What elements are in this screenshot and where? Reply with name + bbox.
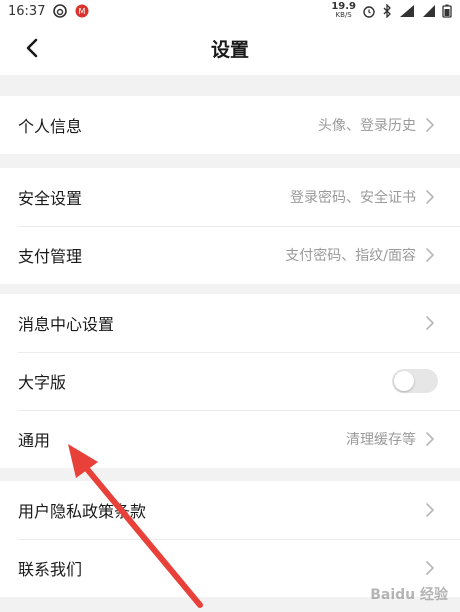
signal-4g-icon (400, 5, 414, 17)
settings-group: 安全设置 登录密码、安全证书支付管理 支付密码、指纹/面容 (0, 168, 460, 284)
alarm-icon (363, 6, 375, 18)
chevron-right-icon (426, 431, 436, 447)
chevron-right-icon (426, 247, 436, 263)
svg-text:M: M (79, 7, 86, 16)
settings-row[interactable]: 支付管理 支付密码、指纹/面容 (0, 226, 460, 284)
settings-row[interactable]: 消息中心设置 (0, 294, 460, 352)
chevron-right-icon (426, 502, 436, 518)
settings-row-label: 消息中心设置 (18, 315, 115, 334)
settings-row[interactable]: 安全设置 登录密码、安全证书 (0, 168, 460, 226)
navigation-bar: 设置 (0, 22, 460, 75)
settings-row-value: 头像、登录历史 (318, 118, 416, 134)
toggle-knob (394, 371, 414, 391)
settings-group: 用户隐私政策条款 联系我们 (0, 481, 460, 597)
chevron-right-icon (426, 315, 436, 331)
settings-group: 个人信息 头像、登录历史 (0, 96, 460, 154)
net-speed-value: 19.9 (331, 1, 356, 12)
chevron-right-icon (426, 117, 436, 133)
settings-row[interactable]: 通用 清理缓存等 (0, 410, 460, 468)
settings-row-label: 联系我们 (18, 560, 83, 579)
status-bar: 16:37 M 19.9 KB/S (0, 0, 460, 22)
battery-icon (442, 4, 452, 18)
settings-row[interactable]: 个人信息 头像、登录历史 (0, 96, 460, 154)
settings-row[interactable]: 大字版 (0, 352, 460, 410)
settings-row-label: 支付管理 (18, 247, 83, 266)
settings-row-label: 用户隐私政策条款 (18, 502, 147, 521)
app-notification-icon (53, 4, 68, 18)
net-speed: 19.9 KB/S (331, 1, 356, 20)
chevron-right-icon (426, 189, 436, 205)
settings-row[interactable]: 用户隐私政策条款 (0, 481, 460, 539)
status-right: 19.9 KB/S (331, 1, 452, 20)
settings-row-value: 清理缓存等 (346, 432, 416, 448)
status-time: 16:37 (8, 3, 46, 19)
bluetooth-icon (383, 4, 391, 18)
page-title: 设置 (210, 39, 249, 61)
status-left: 16:37 M (8, 4, 89, 19)
settings-row-label: 大字版 (18, 373, 67, 392)
chevron-right-icon (426, 560, 436, 576)
app-notification-icon-red: M (75, 4, 89, 18)
back-button[interactable] (18, 34, 46, 62)
chevron-left-icon (26, 38, 38, 58)
net-speed-unit: KB/S (335, 11, 352, 19)
signal-icon (423, 5, 435, 17)
settings-row-label: 安全设置 (18, 189, 83, 208)
settings-group: 消息中心设置 大字版通用 清理缓存等 (0, 294, 460, 468)
settings-row-label: 通用 (18, 431, 51, 450)
settings-row-value: 支付密码、指纹/面容 (285, 248, 416, 264)
large-font-toggle[interactable] (392, 369, 438, 393)
settings-row-label: 个人信息 (18, 117, 83, 136)
settings-row-value: 登录密码、安全证书 (290, 190, 416, 206)
watermark-logo: Baidu 经验 (370, 587, 448, 603)
